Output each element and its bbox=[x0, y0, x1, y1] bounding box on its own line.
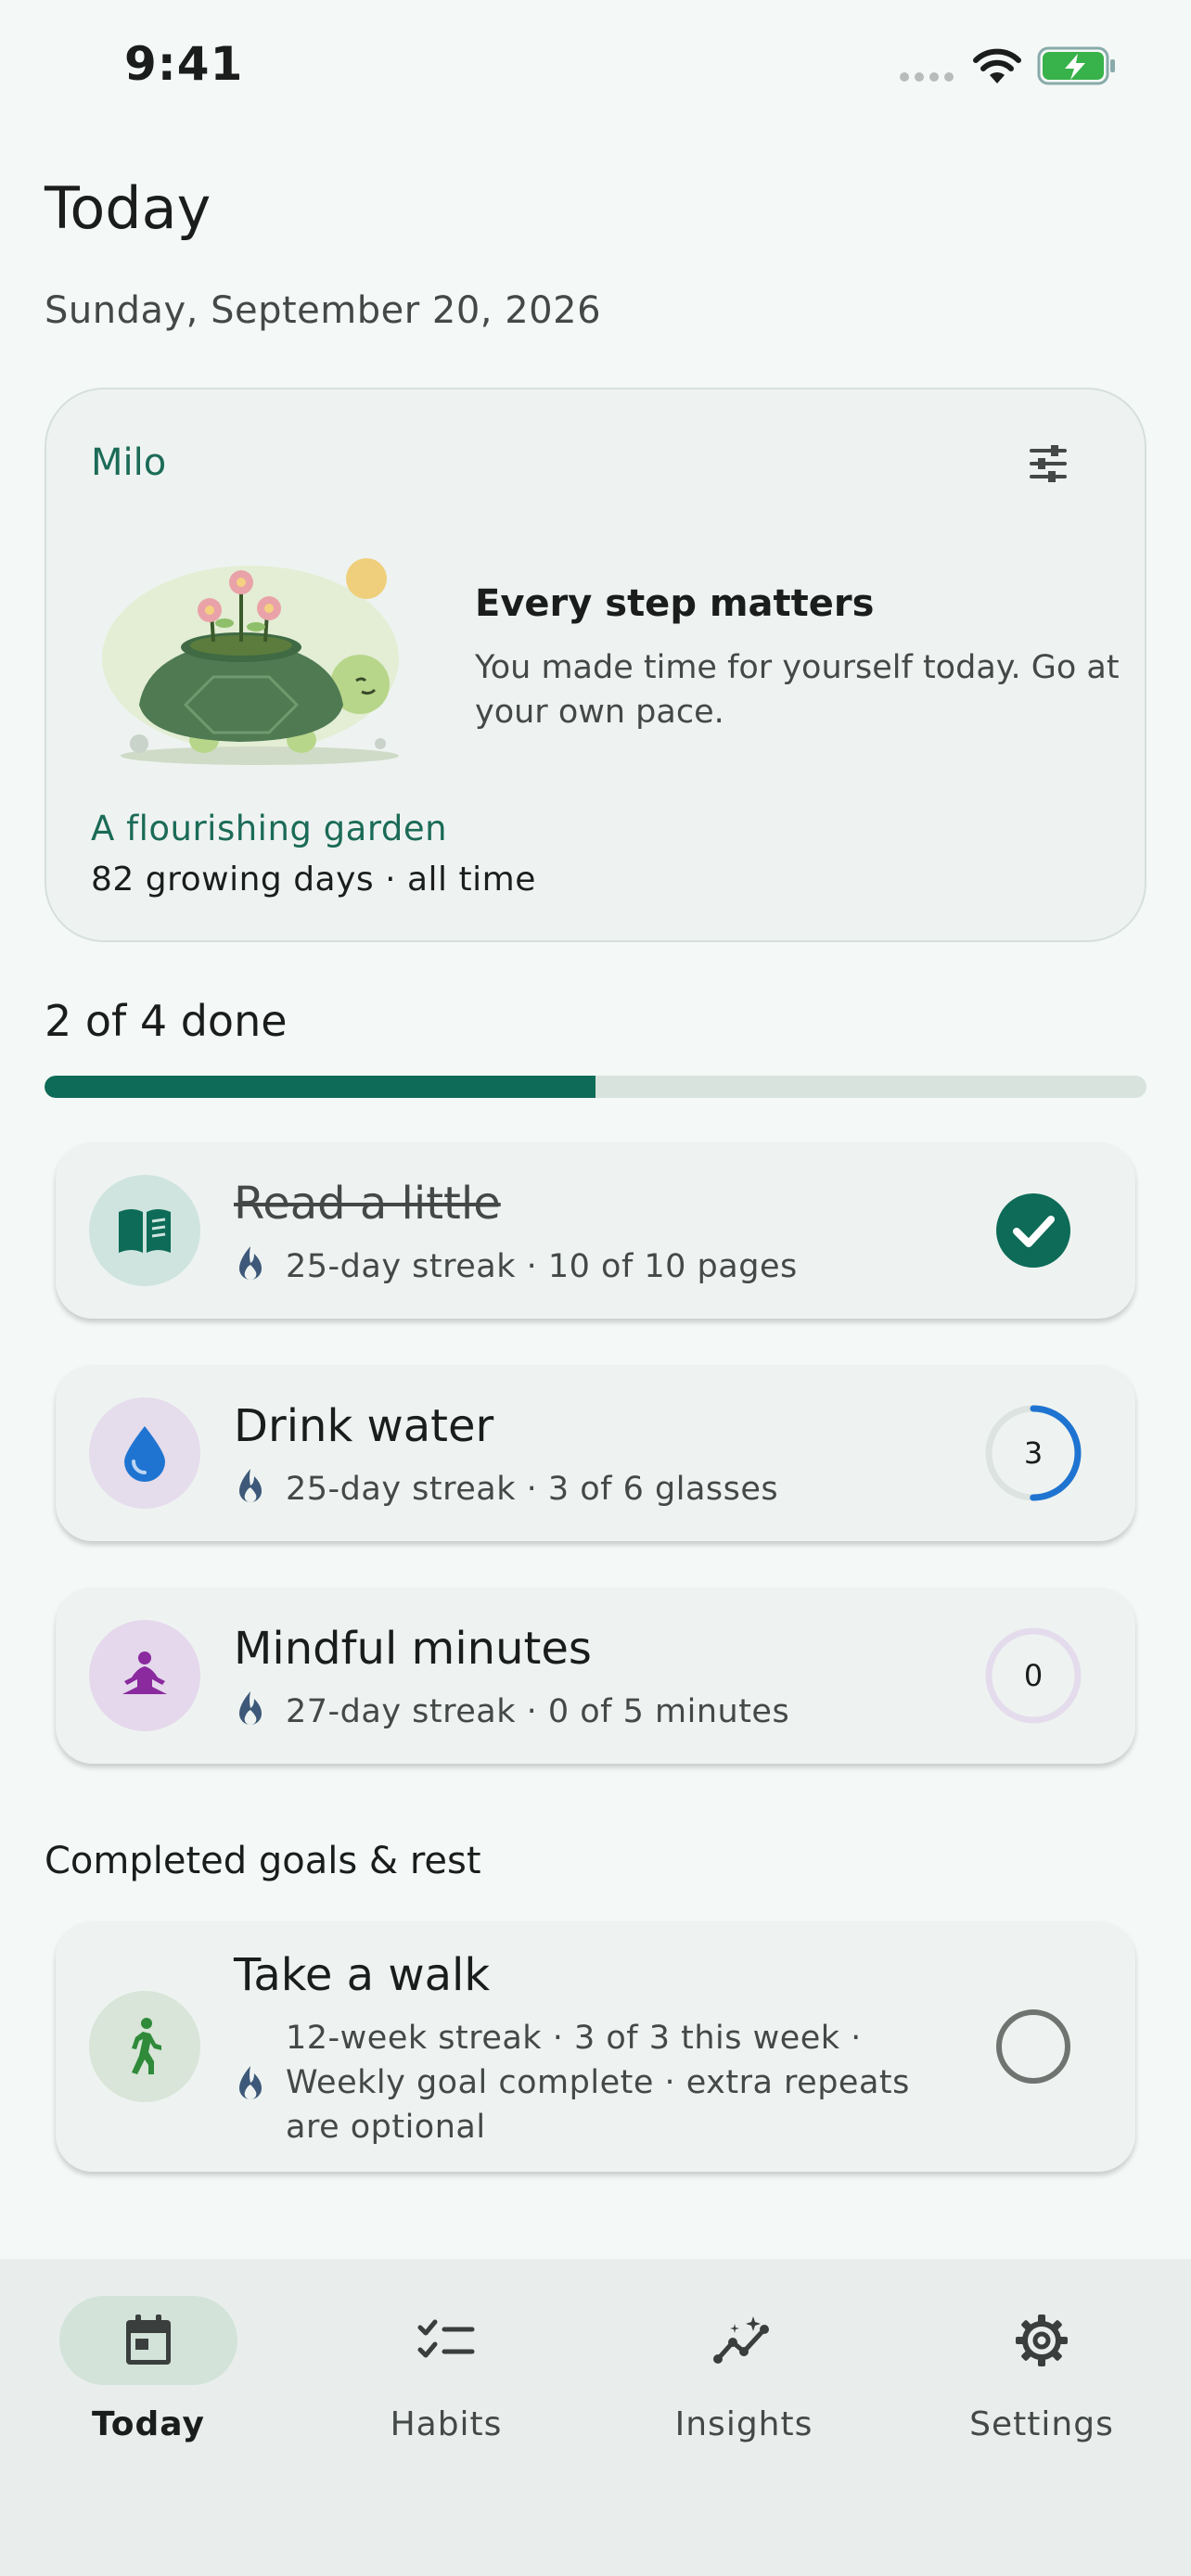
checklist-icon bbox=[417, 2319, 475, 2358]
habit-meta-text: 25-day streak · 10 of 10 pages bbox=[286, 1248, 798, 1285]
habit-name: Mindful minutes bbox=[234, 1623, 592, 1675]
meditation-icon bbox=[89, 1620, 200, 1731]
flame-icon bbox=[239, 1691, 262, 1726]
garden-subtitle: 82 growing days · all time bbox=[91, 861, 536, 899]
progress-label: 2 of 4 done bbox=[45, 996, 288, 1046]
empty-circle-icon bbox=[996, 2009, 1070, 2084]
habit-meta: 27-day streak · 0 of 5 minutes bbox=[234, 1690, 789, 1734]
flame-icon bbox=[239, 1469, 262, 1503]
nav-pill bbox=[59, 2296, 237, 2385]
bottom-nav: Today Habits Insights Settings bbox=[0, 2259, 1191, 2576]
habit-meta: 25-day streak · 10 of 10 pages bbox=[234, 1244, 798, 1289]
nav-label: Settings bbox=[969, 2405, 1114, 2443]
habit-meta-text: 12-week streak · 3 of 3 this week · Week… bbox=[286, 2020, 910, 2146]
habit-card-walk[interactable]: Take a walk 12-week streak · 3 of 3 this… bbox=[56, 1921, 1135, 2172]
companion-message: You made time for yourself today. Go at … bbox=[475, 649, 1120, 731]
companion-name: Milo bbox=[91, 441, 167, 484]
ring-count: 3 bbox=[1023, 1435, 1044, 1471]
habit-meta: 12-week streak · 3 of 3 this week · Week… bbox=[234, 2016, 939, 2149]
turtle-illustration bbox=[102, 558, 399, 765]
nav-item-today[interactable]: Today bbox=[9, 2296, 288, 2444]
section-label: Completed goals & rest bbox=[45, 1840, 481, 1882]
nav-label: Insights bbox=[674, 2405, 813, 2443]
water-drop-icon bbox=[89, 1397, 200, 1509]
companion-card[interactable]: Milo Every step matters You made time fo… bbox=[45, 388, 1146, 942]
habit-name: Read a little bbox=[234, 1178, 501, 1230]
walking-icon bbox=[89, 1991, 200, 2102]
completed-check-button[interactable] bbox=[983, 1180, 1083, 1281]
nav-pill bbox=[953, 2296, 1131, 2385]
nav-item-settings[interactable]: Settings bbox=[903, 2296, 1181, 2444]
wifi-icon bbox=[973, 48, 1021, 83]
habit-card-mindful[interactable]: Mindful minutes 27-day streak · 0 of 5 m… bbox=[56, 1588, 1135, 1764]
signal-icon bbox=[900, 72, 954, 82]
nav-item-habits[interactable]: Habits bbox=[307, 2296, 585, 2444]
log-water-button[interactable]: 3 bbox=[983, 1403, 1083, 1503]
page-title: Today bbox=[45, 174, 211, 242]
ring-count: 0 bbox=[1023, 1658, 1044, 1693]
gear-icon bbox=[1016, 2315, 1068, 2366]
habit-meta-text: 27-day streak · 0 of 5 minutes bbox=[286, 1693, 790, 1730]
status-time: 9:41 bbox=[124, 37, 244, 91]
garden-title: A flourishing garden bbox=[91, 809, 448, 848]
insights-icon bbox=[713, 2316, 769, 2364]
battery-icon bbox=[1037, 46, 1115, 85]
habit-name: Drink water bbox=[234, 1400, 494, 1452]
nav-label: Today bbox=[92, 2405, 205, 2443]
nav-pill bbox=[655, 2296, 833, 2385]
nav-label: Habits bbox=[390, 2405, 503, 2443]
companion-headline: Every step matters bbox=[475, 582, 875, 625]
status-bar: 9:41 bbox=[0, 0, 1191, 139]
page-date: Sunday, September 20, 2026 bbox=[45, 289, 602, 332]
progress-fill bbox=[45, 1076, 596, 1098]
habit-name: Take a walk bbox=[234, 1949, 491, 2001]
flame-icon bbox=[239, 1246, 262, 1281]
log-mindful-button[interactable]: 0 bbox=[983, 1626, 1083, 1726]
nav-item-insights[interactable]: Insights bbox=[605, 2296, 883, 2444]
check-icon bbox=[996, 1193, 1070, 1268]
calendar-icon bbox=[126, 2315, 171, 2365]
habit-card-read[interactable]: Read a little 25-day streak · 10 of 10 p… bbox=[56, 1142, 1135, 1319]
book-icon bbox=[89, 1175, 200, 1286]
tune-icon[interactable] bbox=[1020, 436, 1076, 491]
habit-meta-text: 25-day streak · 3 of 6 glasses bbox=[286, 1471, 779, 1508]
nav-pill bbox=[357, 2296, 535, 2385]
log-walk-button[interactable] bbox=[983, 1996, 1083, 2097]
flame-icon bbox=[239, 2066, 262, 2100]
habit-meta: 25-day streak · 3 of 6 glasses bbox=[234, 1467, 778, 1511]
habit-card-water[interactable]: Drink water 25-day streak · 3 of 6 glass… bbox=[56, 1365, 1135, 1541]
progress-bar bbox=[45, 1076, 1146, 1098]
